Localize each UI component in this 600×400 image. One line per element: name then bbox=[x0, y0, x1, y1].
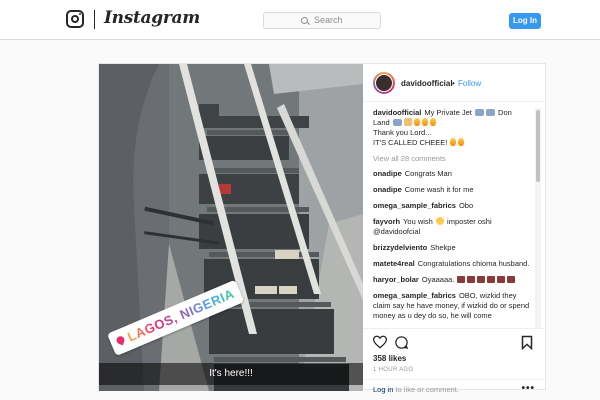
comment-item: onadipe Congrats Man bbox=[373, 169, 531, 179]
fire-emoji-icon bbox=[429, 118, 436, 126]
post-header: davidoofficial • Follow bbox=[363, 64, 547, 102]
comment-username[interactable]: omega_sample_fabrics bbox=[373, 291, 456, 300]
avatar[interactable] bbox=[373, 72, 395, 94]
follow-button[interactable]: Follow bbox=[458, 79, 481, 88]
caption-line-4: IT'S CALLED CHEEE! bbox=[373, 138, 448, 147]
instagram-camera-icon[interactable] bbox=[66, 10, 84, 28]
cake-emoji-icon bbox=[507, 276, 516, 283]
header-separator-dot: • bbox=[452, 79, 455, 88]
login-prompt-text: to like or comment. bbox=[395, 385, 459, 394]
comment-username[interactable]: omega_sample_fabrics bbox=[373, 201, 456, 210]
comment-item: brizzydelviento Shekpe bbox=[373, 243, 531, 253]
comment-username[interactable]: onadipe bbox=[373, 169, 402, 178]
cake-emoji-icon bbox=[497, 276, 506, 283]
post-actions: 358 likes 1 HOUR AGO Log in to like or c… bbox=[363, 328, 547, 394]
post-sidebar: davidoofficial • Follow davidoofficial My… bbox=[363, 64, 547, 394]
comment-item: fayvorh You wish imposter oshi @davidoofc… bbox=[373, 217, 531, 237]
fire-emoji-icon bbox=[450, 138, 457, 146]
grimace-emoji-icon bbox=[435, 217, 444, 225]
comment-item: haryor_bolar Oyaaaaa. bbox=[373, 275, 531, 285]
cake-emoji-icon bbox=[477, 276, 486, 283]
top-navigation-bar: Instagram Search Log In bbox=[0, 0, 600, 40]
instagram-wordmark[interactable]: Instagram bbox=[104, 8, 200, 28]
post-caption: davidoofficial My Private Jet Don Land Th… bbox=[373, 108, 531, 148]
airplane-emoji-icon bbox=[474, 109, 484, 116]
praying-hands-emoji-icon bbox=[403, 118, 412, 126]
scrollbar-thumb[interactable] bbox=[536, 110, 540, 182]
airplane-emoji-icon bbox=[485, 109, 495, 116]
comment-text: Congrats Man bbox=[404, 169, 452, 178]
fire-emoji-icon bbox=[413, 118, 420, 126]
comment-item: omega_sample_fabrics OBO, wizkid they cla… bbox=[373, 291, 531, 321]
cake-emoji-icon bbox=[467, 276, 476, 283]
comment-text: Shekpe bbox=[430, 243, 456, 252]
bookmark-icon[interactable] bbox=[521, 335, 533, 350]
caption-line-2: Land bbox=[373, 118, 390, 127]
search-icon bbox=[301, 17, 308, 24]
comment-text: Oyaaaaa. bbox=[421, 275, 455, 284]
comment-text: Congratulations chioma husband. bbox=[417, 259, 530, 268]
logo-divider bbox=[94, 10, 95, 29]
more-options-icon[interactable]: ••• bbox=[521, 383, 535, 394]
cake-emoji-icon bbox=[457, 276, 466, 283]
fire-emoji-icon bbox=[421, 118, 428, 126]
location-pin-icon bbox=[115, 335, 126, 346]
comment-item: matete4real Congratulations chioma husban… bbox=[373, 259, 531, 269]
comment-item: omega_sample_fabrics Obo bbox=[373, 201, 531, 211]
airplane-emoji-icon bbox=[392, 119, 402, 126]
comment-username[interactable]: onadipe bbox=[373, 185, 402, 194]
post-card: LAGOS, NIGERIA It's here!!! davidooffici… bbox=[98, 63, 547, 394]
caption-line-3: Thank you Lord... bbox=[373, 128, 432, 137]
caption-line-1: My Private Jet bbox=[424, 108, 472, 117]
caption-line-1b: Don bbox=[498, 108, 512, 117]
post-timestamp: 1 HOUR AGO bbox=[373, 367, 414, 373]
comment-item: onadipe Come wash it for me bbox=[373, 185, 531, 195]
caption-username[interactable]: davidoofficial bbox=[373, 108, 421, 117]
photo-caption-text: It's here!!! bbox=[209, 368, 253, 379]
comment-username[interactable]: haryor_bolar bbox=[373, 275, 419, 284]
comment-username[interactable]: brizzydelviento bbox=[373, 243, 427, 252]
fire-emoji-icon bbox=[458, 138, 465, 146]
comment-icon[interactable] bbox=[394, 335, 409, 350]
post-photo[interactable]: LAGOS, NIGERIA It's here!!! bbox=[99, 64, 363, 391]
comment-username[interactable]: fayvorh bbox=[373, 217, 400, 226]
comment-text: Come wash it for me bbox=[404, 185, 474, 194]
comment-text: You wish bbox=[403, 217, 433, 226]
login-prompt: Log in to like or comment. ••• bbox=[363, 379, 547, 394]
heart-icon[interactable] bbox=[372, 335, 388, 349]
comments-scrollbar[interactable] bbox=[535, 108, 541, 328]
likes-count[interactable]: 358 likes bbox=[373, 354, 406, 363]
comment-username[interactable]: matete4real bbox=[373, 259, 415, 268]
login-button[interactable]: Log In bbox=[509, 13, 541, 29]
post-username[interactable]: davidoofficial bbox=[401, 79, 453, 88]
search-input[interactable]: Search bbox=[263, 12, 381, 29]
comments-list[interactable]: davidoofficial My Private Jet Don Land Th… bbox=[373, 108, 531, 328]
view-all-comments-link[interactable]: View all 28 comments bbox=[373, 154, 531, 164]
search-placeholder: Search bbox=[314, 15, 343, 25]
photo-caption-bar: It's here!!! bbox=[99, 363, 363, 385]
cake-emoji-icon bbox=[487, 276, 496, 283]
comment-text: Obo bbox=[458, 201, 474, 210]
login-link[interactable]: Log in bbox=[373, 385, 393, 394]
